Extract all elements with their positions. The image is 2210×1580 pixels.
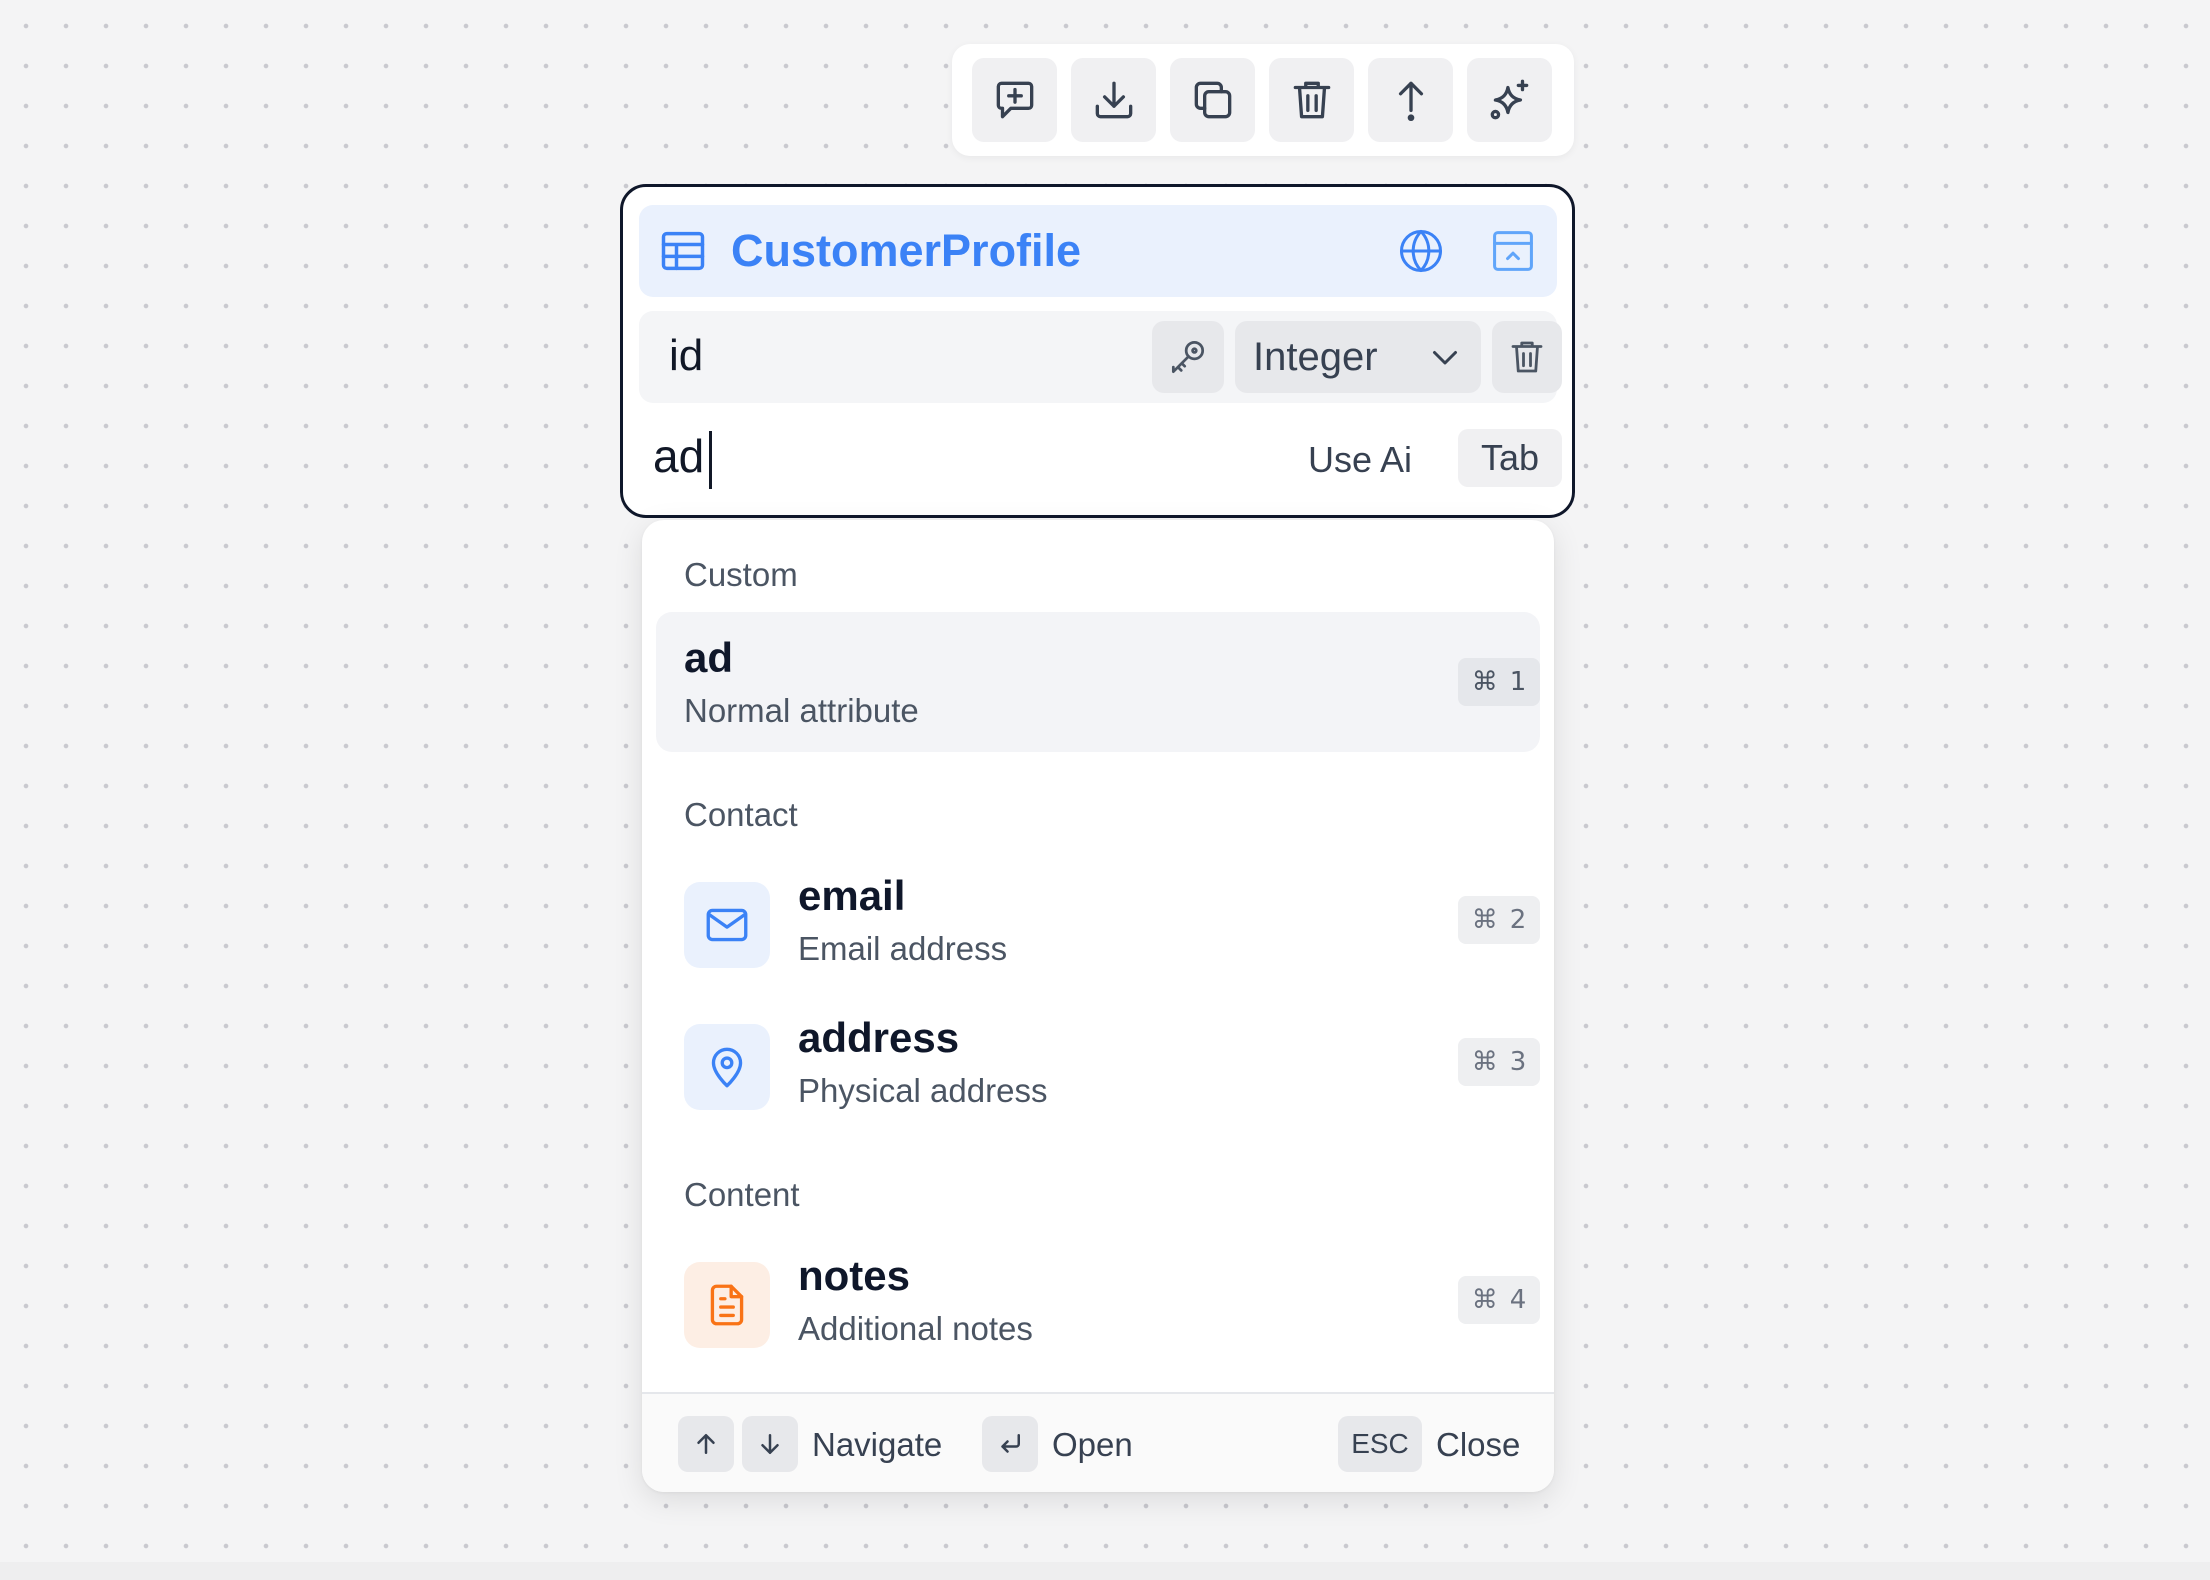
globe-icon[interactable] xyxy=(1395,225,1447,277)
enter-key xyxy=(982,1416,1038,1472)
map-pin-icon xyxy=(684,1024,770,1110)
attribute-row[interactable]: id Integer xyxy=(639,311,1562,403)
entity-card[interactable]: CustomerProfile id Integer ad Use Ai Tab xyxy=(620,184,1575,518)
open-hint: Open xyxy=(1052,1426,1133,1463)
copy-button[interactable] xyxy=(1170,58,1255,142)
table-icon xyxy=(657,225,709,277)
delete-entity-button[interactable] xyxy=(1269,58,1354,142)
suggestion-item-email[interactable]: email Email address ⌘ 2 xyxy=(656,850,1540,990)
new-attribute-row: Use Ai Tab xyxy=(639,417,1562,497)
navigate-hint: Navigate xyxy=(812,1426,943,1463)
suggestion-item-notes[interactable]: notes Additional notes ⌘ 4 xyxy=(656,1230,1540,1370)
ai-generate-button[interactable] xyxy=(1467,58,1552,142)
primary-key-toggle[interactable] xyxy=(1152,321,1224,393)
sparkles-icon xyxy=(1490,79,1528,120)
enter-icon xyxy=(1001,1434,1020,1453)
suggestion-subtitle: Additional notes xyxy=(798,1310,1033,1347)
group-label-contact: Contact xyxy=(684,796,798,833)
file-text-icon xyxy=(684,1262,770,1348)
suggestion-subtitle: Email address xyxy=(798,930,1008,967)
add-comment-button[interactable] xyxy=(972,58,1057,142)
key-icon xyxy=(1171,340,1205,374)
move-up-button[interactable] xyxy=(1368,58,1453,142)
suggestion-title: notes xyxy=(798,1252,911,1299)
arrow-up-key xyxy=(678,1416,734,1472)
suggestion-item-ad[interactable]: ad Normal attribute ⌘ 1 xyxy=(656,612,1540,752)
attribute-name[interactable]: id xyxy=(669,331,703,381)
entity-toolbar xyxy=(952,44,1574,156)
text-caret xyxy=(709,431,712,489)
trash-icon xyxy=(1293,81,1330,119)
shortcut-badge: ⌘ 4 xyxy=(1458,1276,1540,1324)
arrow-up-icon xyxy=(697,1434,715,1454)
download-button[interactable] xyxy=(1071,58,1156,142)
suggestion-title: email xyxy=(798,872,906,919)
shortcut-badge: ⌘ 3 xyxy=(1458,1038,1540,1086)
shortcut-badge: ⌘ 2 xyxy=(1458,896,1540,944)
esc-key: ESC xyxy=(1338,1416,1422,1472)
arrow-up-icon xyxy=(1398,81,1423,122)
group-label-content: Content xyxy=(684,1176,800,1213)
add-comment-icon xyxy=(996,81,1033,119)
suggestion-subtitle: Physical address xyxy=(798,1072,1048,1109)
canvas-bottom-edge xyxy=(0,1562,2210,1580)
new-attribute-input[interactable] xyxy=(653,423,1253,489)
delete-attribute-button[interactable] xyxy=(1492,321,1562,393)
copy-icon xyxy=(1194,81,1231,119)
attribute-type-value: Integer xyxy=(1253,334,1378,379)
entity-title[interactable]: CustomerProfile xyxy=(731,225,1395,277)
entity-header: CustomerProfile xyxy=(639,205,1557,297)
suggestions-footer: Navigate Open ESC Close xyxy=(642,1392,1554,1492)
arrow-down-icon xyxy=(761,1434,779,1454)
arrow-down-key xyxy=(742,1416,798,1472)
attribute-suggestions: Custom ad Normal attribute ⌘ 1 Contact em… xyxy=(642,520,1554,1492)
use-ai-label[interactable]: Use Ai xyxy=(1308,439,1412,481)
suggestion-item-address[interactable]: address Physical address ⌘ 3 xyxy=(656,992,1540,1132)
close-hint[interactable]: Close xyxy=(1436,1426,1520,1464)
download-icon xyxy=(1095,81,1132,119)
attribute-type-select[interactable]: Integer xyxy=(1235,321,1481,393)
suggestion-title: ad xyxy=(684,634,734,681)
collapse-icon[interactable] xyxy=(1487,225,1539,277)
tab-key-hint: Tab xyxy=(1458,429,1562,487)
chevron-down-icon xyxy=(1433,351,1457,365)
suggestion-subtitle: Normal attribute xyxy=(684,692,919,729)
group-label-custom: Custom xyxy=(684,556,798,593)
trash-icon xyxy=(1511,341,1543,373)
mail-icon xyxy=(684,882,770,968)
shortcut-badge: ⌘ 1 xyxy=(1458,658,1540,706)
suggestion-title: address xyxy=(798,1014,960,1061)
